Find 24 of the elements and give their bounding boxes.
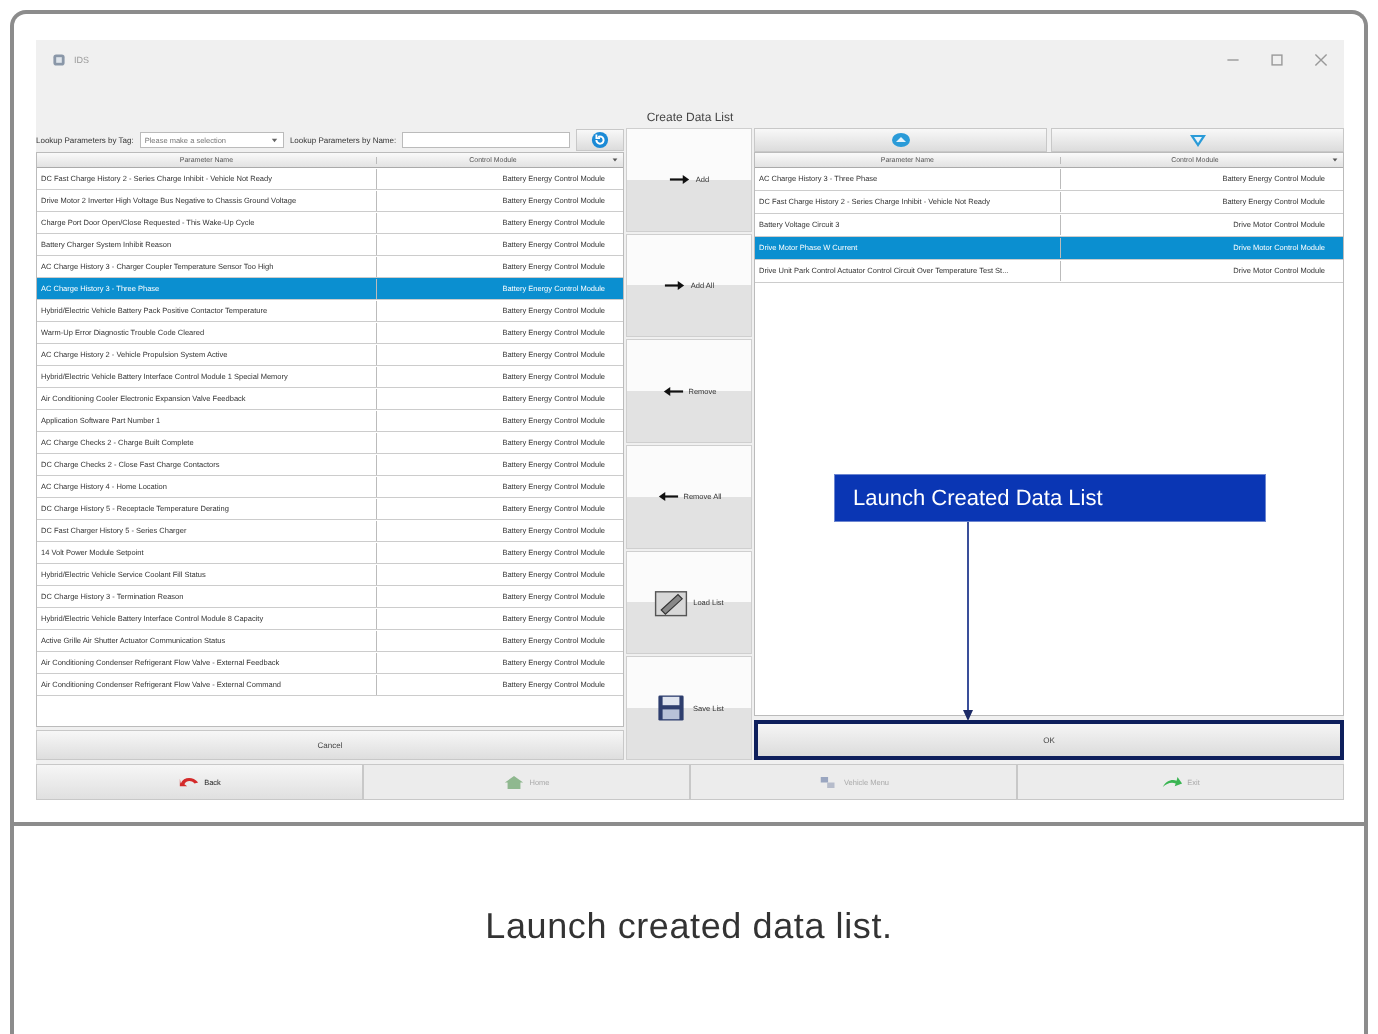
sort-caret-icon[interactable] xyxy=(1331,156,1339,164)
left-arrow-icon xyxy=(656,491,679,503)
right-arrow-icon xyxy=(663,280,686,291)
maximize-icon[interactable] xyxy=(1270,53,1284,67)
caret-icon xyxy=(269,135,279,145)
up-arrow-icon xyxy=(890,132,911,148)
right-arrow-icon xyxy=(668,174,691,186)
exit-arrow-icon xyxy=(1161,774,1184,790)
refresh-button[interactable] xyxy=(576,129,624,151)
back-arrow-icon xyxy=(178,774,201,790)
refresh-icon xyxy=(591,131,610,149)
left-arrow-icon xyxy=(661,385,684,397)
minimize-icon[interactable] xyxy=(1226,53,1240,67)
app-icon xyxy=(52,53,66,67)
folder-pencil-icon xyxy=(654,588,689,617)
down-arrow-icon xyxy=(1187,132,1208,148)
caption-text: Launch created data list. xyxy=(485,905,893,947)
name-search-field[interactable] xyxy=(402,132,571,148)
move-up-button[interactable] xyxy=(754,128,1047,152)
vehicle-menu-icon xyxy=(818,774,840,790)
sort-caret-icon[interactable] xyxy=(611,156,619,164)
home-icon xyxy=(503,774,526,790)
close-icon[interactable] xyxy=(1314,53,1328,67)
callout-label: Launch Created Data List xyxy=(834,474,1266,522)
